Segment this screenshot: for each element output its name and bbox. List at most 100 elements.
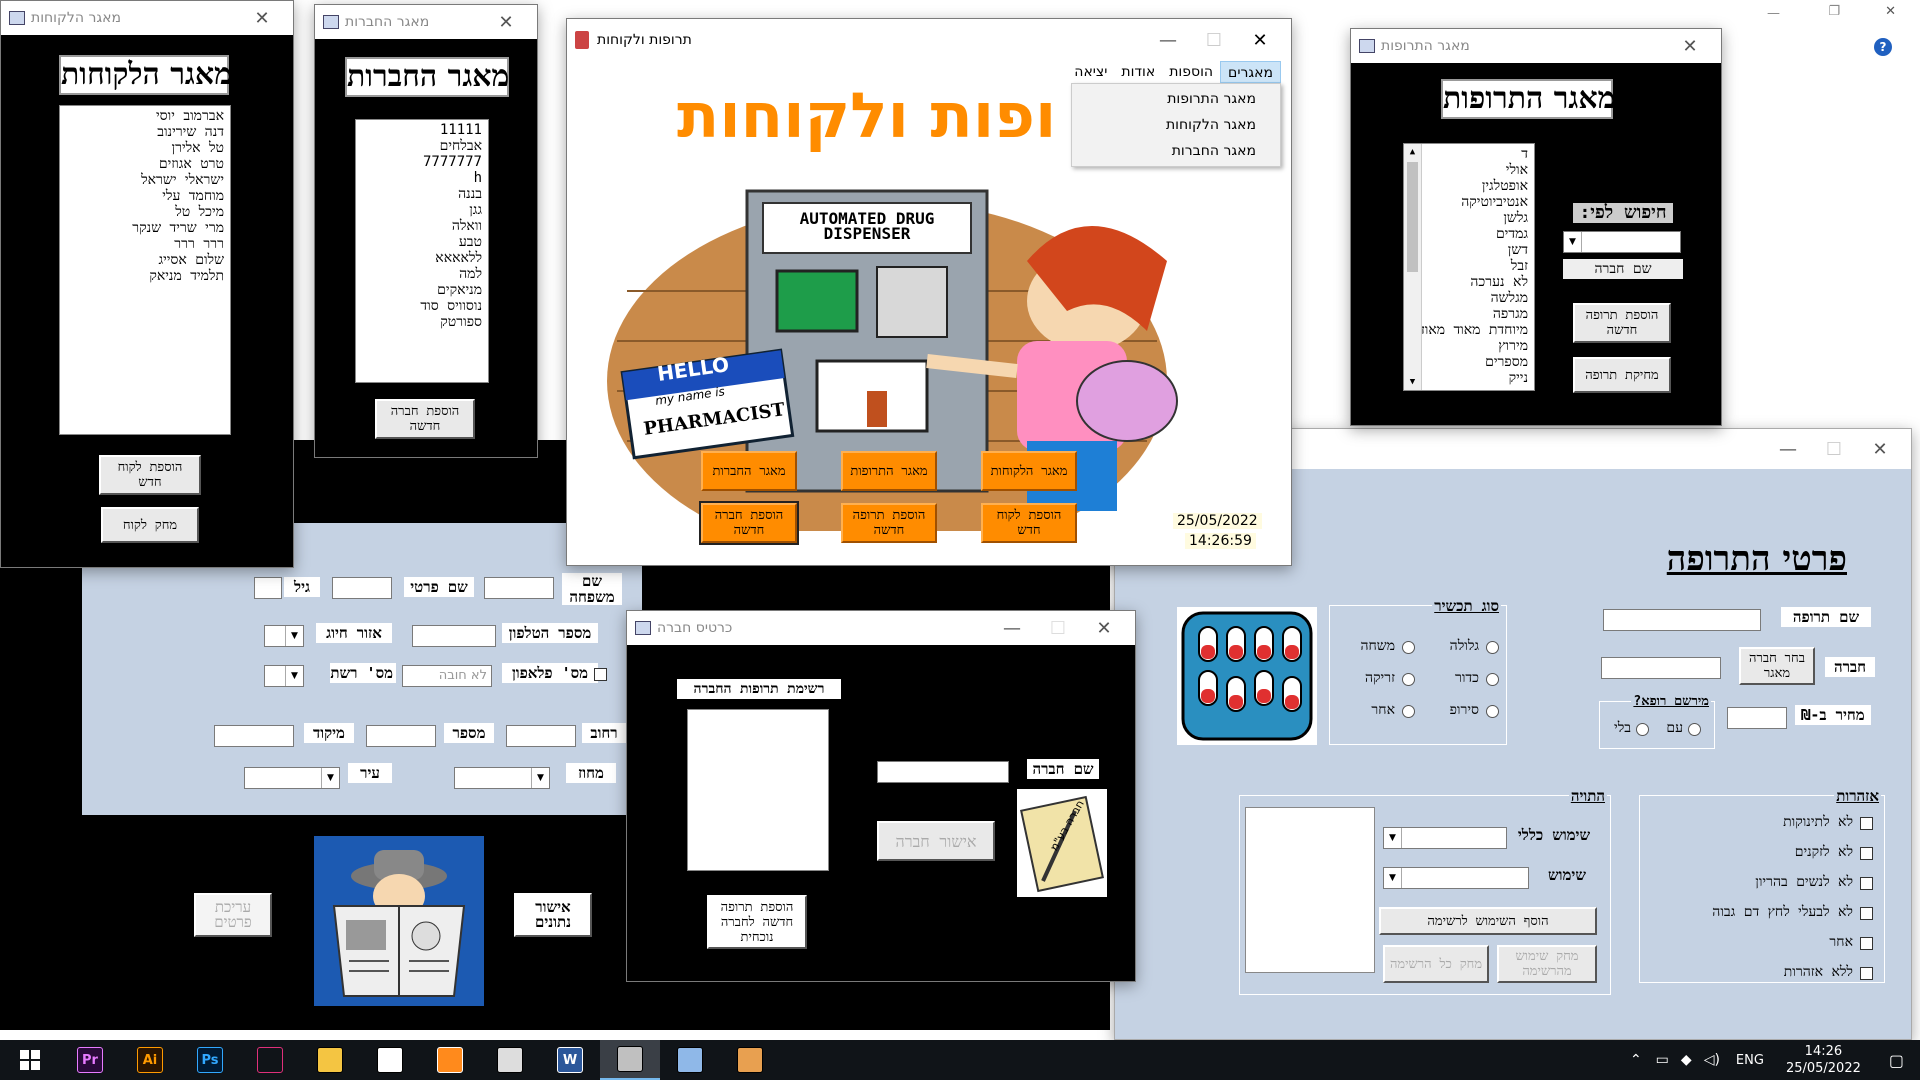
add-company-button[interactable]: הוספת חברה חדשה (375, 399, 475, 439)
delete-use-button[interactable]: מחק שימוש מהרשימה (1497, 945, 1597, 983)
list-item[interactable]: נייק (1426, 370, 1528, 386)
taskbar-app[interactable] (300, 1040, 360, 1080)
taskbar-app[interactable]: Pr (60, 1040, 120, 1080)
edit-details-button[interactable]: עריכת פרטים (194, 893, 272, 937)
drugs-list[interactable]: ד אולי אופטלגין אנטיביוטיקה גלשן גמדים דשן זבל ל… (1403, 143, 1535, 391)
maximize-icon[interactable]: ☐ (1191, 19, 1237, 61)
taskbar-app[interactable]: Ai (120, 1040, 180, 1080)
warning-none-checkbox[interactable] (1860, 967, 1873, 980)
list-item[interactable]: בננה (362, 186, 482, 202)
start-button[interactable] (0, 1040, 60, 1080)
company-name-input[interactable] (877, 761, 1009, 783)
warning-other-checkbox[interactable] (1860, 937, 1873, 950)
scroll-down-icon[interactable]: ▼ (1404, 374, 1421, 390)
number-input[interactable] (366, 725, 436, 747)
list-item[interactable]: מיוחדת מאוד מאוד (1418, 322, 1528, 338)
list-item[interactable]: מגלשה (1426, 290, 1528, 306)
dropdown-item-drugs[interactable]: מאגר התרופות (1072, 86, 1280, 112)
list-item[interactable]: אברמוב יוסי (66, 108, 224, 124)
delete-drug-button[interactable]: מחיקת תרופה (1573, 357, 1671, 393)
menu-exit[interactable]: יציאה (1067, 61, 1114, 83)
menu-additions[interactable]: הוספות (1162, 61, 1220, 83)
scroll-thumb[interactable] (1407, 162, 1418, 272)
confirm-data-button[interactable]: אישור נתונים (514, 893, 592, 937)
add-customer-main-button[interactable]: הוספת לקוח חדש (981, 503, 1077, 543)
volume-icon[interactable]: ◁) (1698, 1052, 1726, 1068)
add-drug-button[interactable]: הוספת תרופה חדשה (1573, 303, 1671, 343)
dropdown-item-companies[interactable]: מאגר החברות (1072, 138, 1280, 164)
prep-other-radio[interactable] (1402, 705, 1415, 718)
close-icon[interactable]: ✕ (239, 8, 285, 29)
clear-list-button[interactable]: מחק כל הרשימה (1383, 945, 1489, 983)
company-drugs-list[interactable] (687, 709, 829, 871)
add-drug-to-company-button[interactable]: הוספת תרופה חדשה לחברה נוכחית (707, 895, 807, 949)
scroll-up-icon[interactable]: ▲ (1404, 144, 1421, 160)
list-item[interactable]: ררר ררר (66, 236, 224, 252)
list-item[interactable]: דשן (1426, 242, 1528, 258)
street-input[interactable] (506, 725, 576, 747)
list-item[interactable]: וואלה (362, 218, 482, 234)
list-item[interactable]: h (362, 170, 482, 186)
restore-icon[interactable]: ❐ (1828, 4, 1840, 19)
list-item[interactable]: טבע (362, 234, 482, 250)
minimize-icon[interactable]: — (989, 611, 1035, 645)
minimize-icon[interactable]: — (1765, 429, 1811, 469)
companies-list[interactable]: 11111 אבלחים 7777777 h בננה גגן וואלה טבע ללאאאא… (355, 119, 489, 383)
customers-list[interactable]: אברמוב יוסי דנה שירינוב טל אלירן טרט אגוזים… (59, 105, 231, 435)
notifications-icon[interactable]: ▢ (1873, 1051, 1920, 1070)
delete-customer-button[interactable]: מחק לקוח (101, 507, 199, 543)
list-item[interactable]: ספורטק (362, 314, 482, 330)
network-combo[interactable]: ▼ (264, 665, 304, 687)
district-combo[interactable]: ▼ (454, 767, 550, 789)
drug-name-input[interactable] (1603, 609, 1761, 631)
close-icon[interactable]: ✕ (1081, 611, 1127, 645)
price-input[interactable] (1727, 707, 1787, 729)
list-item[interactable]: טרט אגוזים (66, 156, 224, 172)
scrollbar[interactable]: ▲ ▼ (1404, 144, 1422, 390)
taskbar-app[interactable]: Ps (180, 1040, 240, 1080)
list-item[interactable]: ללאאאא (362, 250, 482, 266)
warning-babies-checkbox[interactable] (1860, 817, 1873, 830)
close-icon[interactable]: ✕ (1857, 429, 1903, 469)
network-input[interactable]: לא חובה (402, 665, 492, 687)
list-item[interactable]: טל אלירן (66, 140, 225, 156)
taskbar-app[interactable] (420, 1040, 480, 1080)
list-item[interactable]: מספרים (1426, 354, 1528, 370)
list-item[interactable]: אבלחים (362, 138, 482, 154)
warning-blood-pressure-checkbox[interactable] (1860, 907, 1873, 920)
first-name-input[interactable] (332, 577, 392, 599)
menu-about[interactable]: אודות (1114, 61, 1162, 83)
list-item[interactable]: 7777777 (362, 154, 482, 170)
company-input[interactable] (1601, 657, 1721, 679)
list-item[interactable]: מניאקים (362, 282, 482, 298)
taskbar-app[interactable] (480, 1040, 540, 1080)
usage-list[interactable] (1245, 807, 1375, 973)
city-combo[interactable]: ▼ (244, 767, 340, 789)
list-item[interactable]: 11111 (362, 122, 482, 138)
add-drug-main-button[interactable]: הוספת תרופה חדשה (841, 503, 937, 543)
taskbar-app[interactable]: W (540, 1040, 600, 1080)
help-icon[interactable]: ? (1874, 38, 1892, 56)
clock[interactable]: 14:26 25/05/2022 (1774, 1043, 1873, 1077)
list-item[interactable]: למה (362, 266, 482, 282)
network-icon[interactable]: ▭ (1650, 1052, 1675, 1068)
maximize-icon[interactable]: ☐ (1035, 611, 1081, 645)
prep-ointment-radio[interactable] (1402, 641, 1415, 654)
tray-chevron-up-icon[interactable]: ⌃ (1622, 1052, 1650, 1068)
list-item[interactable]: שלום אסייג (66, 252, 224, 268)
last-name-input[interactable] (484, 577, 554, 599)
search-combo[interactable]: ▼ (1563, 231, 1681, 253)
minimize-icon[interactable]: — (1145, 19, 1191, 61)
list-item[interactable]: מרי שריד שנקר (66, 220, 224, 236)
prep-syrup-radio[interactable] (1486, 705, 1499, 718)
close-icon[interactable]: ✕ (1237, 19, 1283, 61)
taskbar-app[interactable] (360, 1040, 420, 1080)
zip-input[interactable] (214, 725, 294, 747)
mobile-checkbox[interactable] (594, 668, 607, 681)
prescription-with-radio[interactable] (1688, 723, 1701, 736)
phone-input[interactable] (412, 625, 496, 647)
list-item[interactable]: ד (1426, 146, 1528, 162)
choose-company-button[interactable]: בחר חברה מאגר (1739, 647, 1815, 685)
taskbar-app[interactable] (240, 1040, 300, 1080)
taskbar-app[interactable] (600, 1040, 660, 1080)
